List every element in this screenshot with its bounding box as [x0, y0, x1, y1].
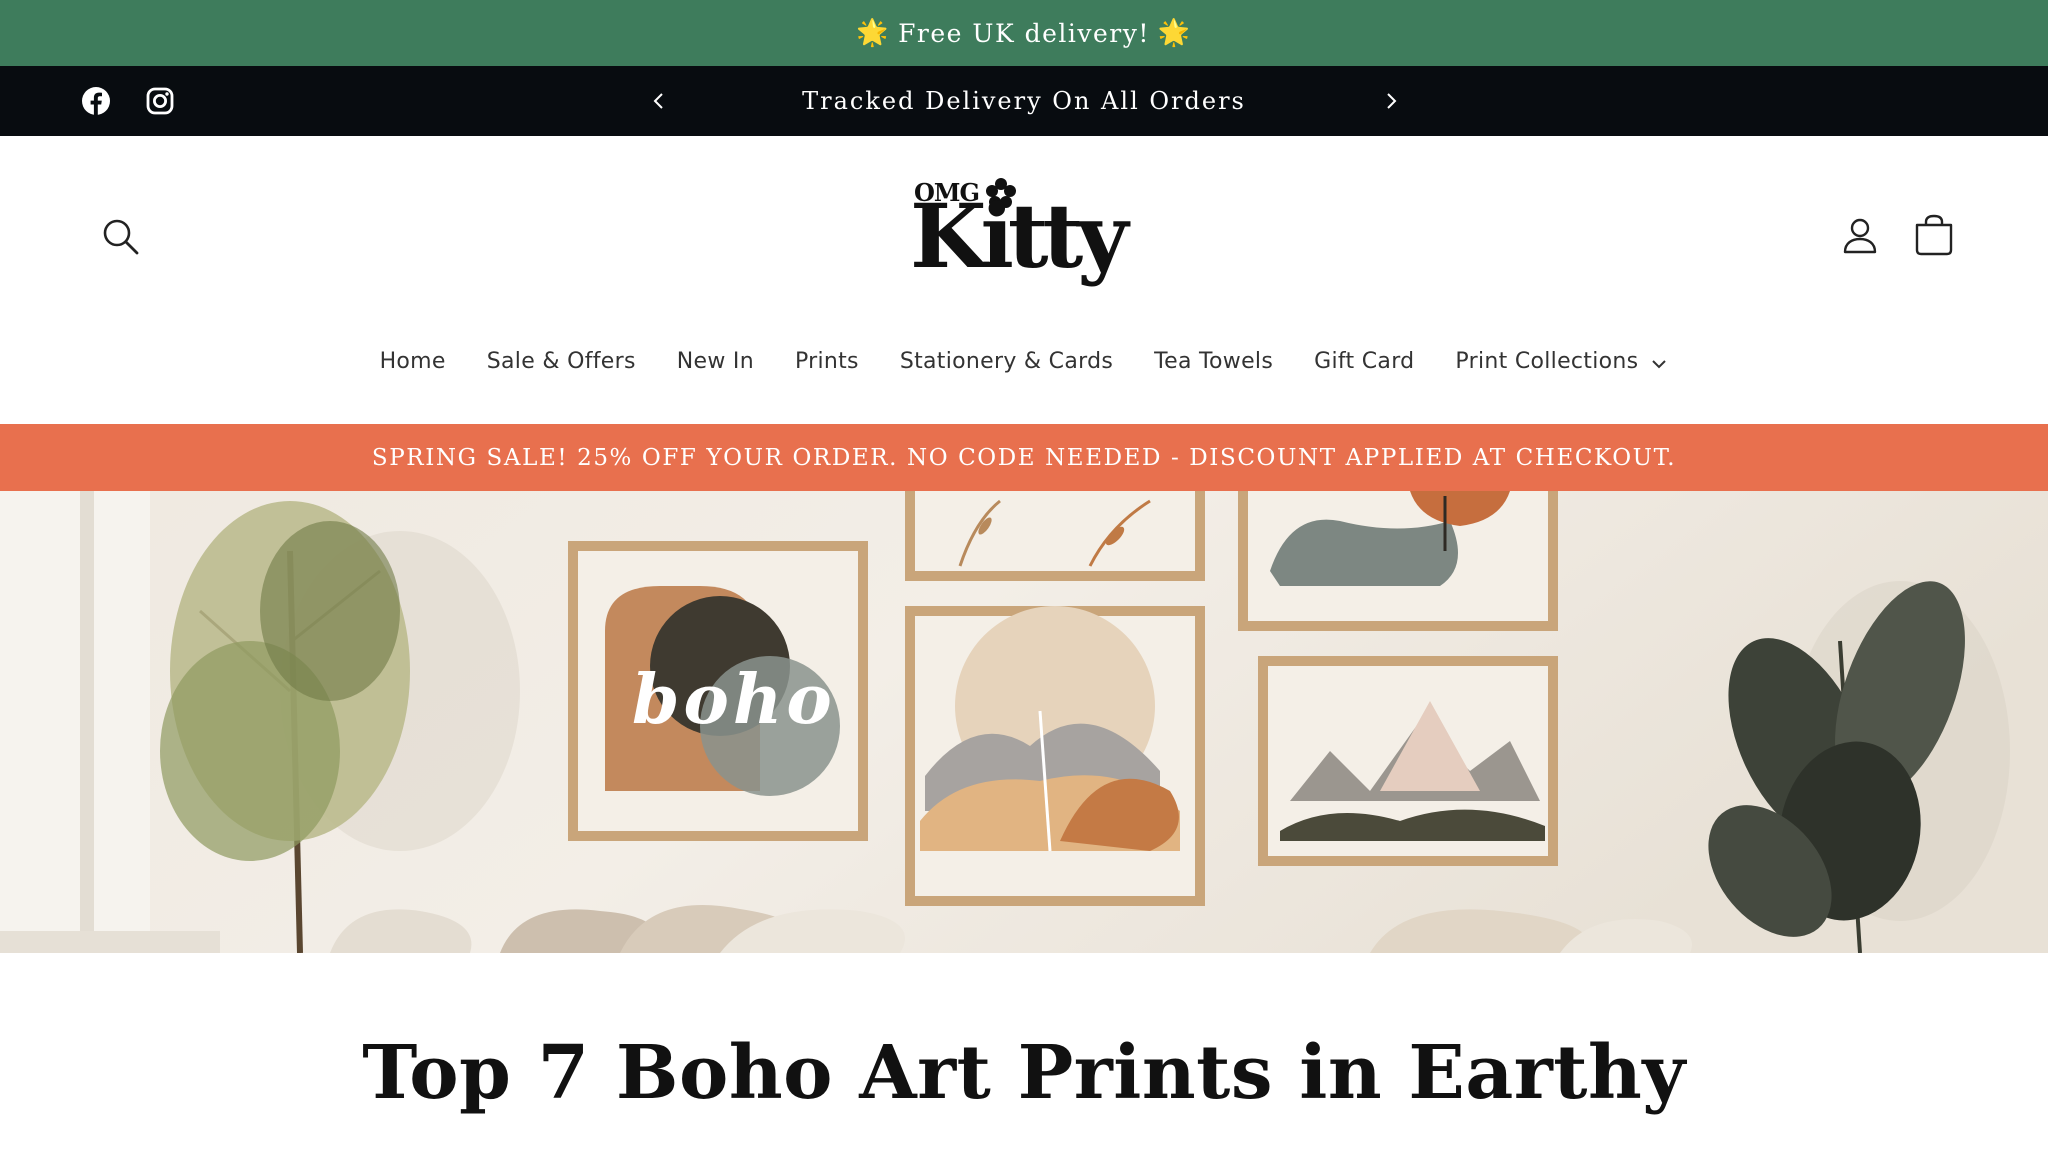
search-button[interactable]	[100, 216, 142, 258]
user-icon	[1843, 218, 1877, 254]
nav-sale-offers[interactable]: Sale & Offers	[487, 349, 636, 374]
nav-print-collections-label: Print Collections	[1455, 348, 1639, 374]
chevron-right-icon	[1387, 93, 1397, 109]
search-icon	[103, 219, 139, 255]
nav-home[interactable]: Home	[380, 349, 446, 374]
nav-new-in[interactable]: New In	[677, 349, 754, 374]
next-announcement-button[interactable]	[1376, 86, 1406, 116]
nav-print-collections[interactable]: Print Collections	[1455, 349, 1668, 374]
cart-button[interactable]	[1912, 212, 1956, 258]
facebook-icon	[82, 87, 110, 115]
star-icon: 🌟	[1157, 18, 1192, 48]
instagram-link[interactable]	[144, 85, 176, 117]
chevron-down-icon	[1652, 360, 1667, 369]
chevron-left-icon	[653, 93, 663, 109]
boho-art-print: boho	[568, 541, 868, 841]
nav-stationery-cards[interactable]: Stationery & Cards	[900, 349, 1113, 374]
sale-banner: SPRING SALE! 25% OFF YOUR ORDER. NO CODE…	[0, 424, 2048, 491]
star-icon: 🌟	[856, 18, 891, 48]
hero-image: boho	[0, 491, 2048, 953]
main-navigation: Home Sale & Offers New In Prints Station…	[0, 336, 2048, 386]
announcement-message: Tracked Delivery On All Orders	[802, 87, 1246, 115]
sale-banner-text: SPRING SALE! 25% OFF YOUR ORDER. NO CODE…	[371, 444, 1677, 471]
cart-icon	[1915, 214, 1953, 256]
site-logo[interactable]: OMG Kitty	[910, 178, 1140, 290]
boho-art-text: boho	[632, 660, 836, 740]
previous-announcement-button[interactable]	[644, 86, 674, 116]
social-links	[80, 85, 176, 117]
announcement-bar: Tracked Delivery On All Orders	[0, 66, 2048, 136]
nav-tea-towels[interactable]: Tea Towels	[1154, 349, 1273, 374]
site-header: OMG Kitty Home Sale & Offers New In Prin…	[0, 136, 2048, 424]
hero-illustration: boho	[0, 491, 2048, 953]
facebook-link[interactable]	[80, 85, 112, 117]
nav-gift-card[interactable]: Gift Card	[1314, 349, 1414, 374]
top-banner: 🌟 Free UK delivery! 🌟	[0, 0, 2048, 66]
top-banner-text: Free UK delivery!	[898, 18, 1150, 48]
logo-kitty-text: Kitty	[910, 184, 1128, 288]
instagram-icon	[146, 87, 174, 115]
article-title: Top 7 Boho Art Prints in Earthy	[362, 1030, 1686, 1116]
nav-prints[interactable]: Prints	[795, 349, 859, 374]
account-button[interactable]	[1838, 214, 1882, 258]
